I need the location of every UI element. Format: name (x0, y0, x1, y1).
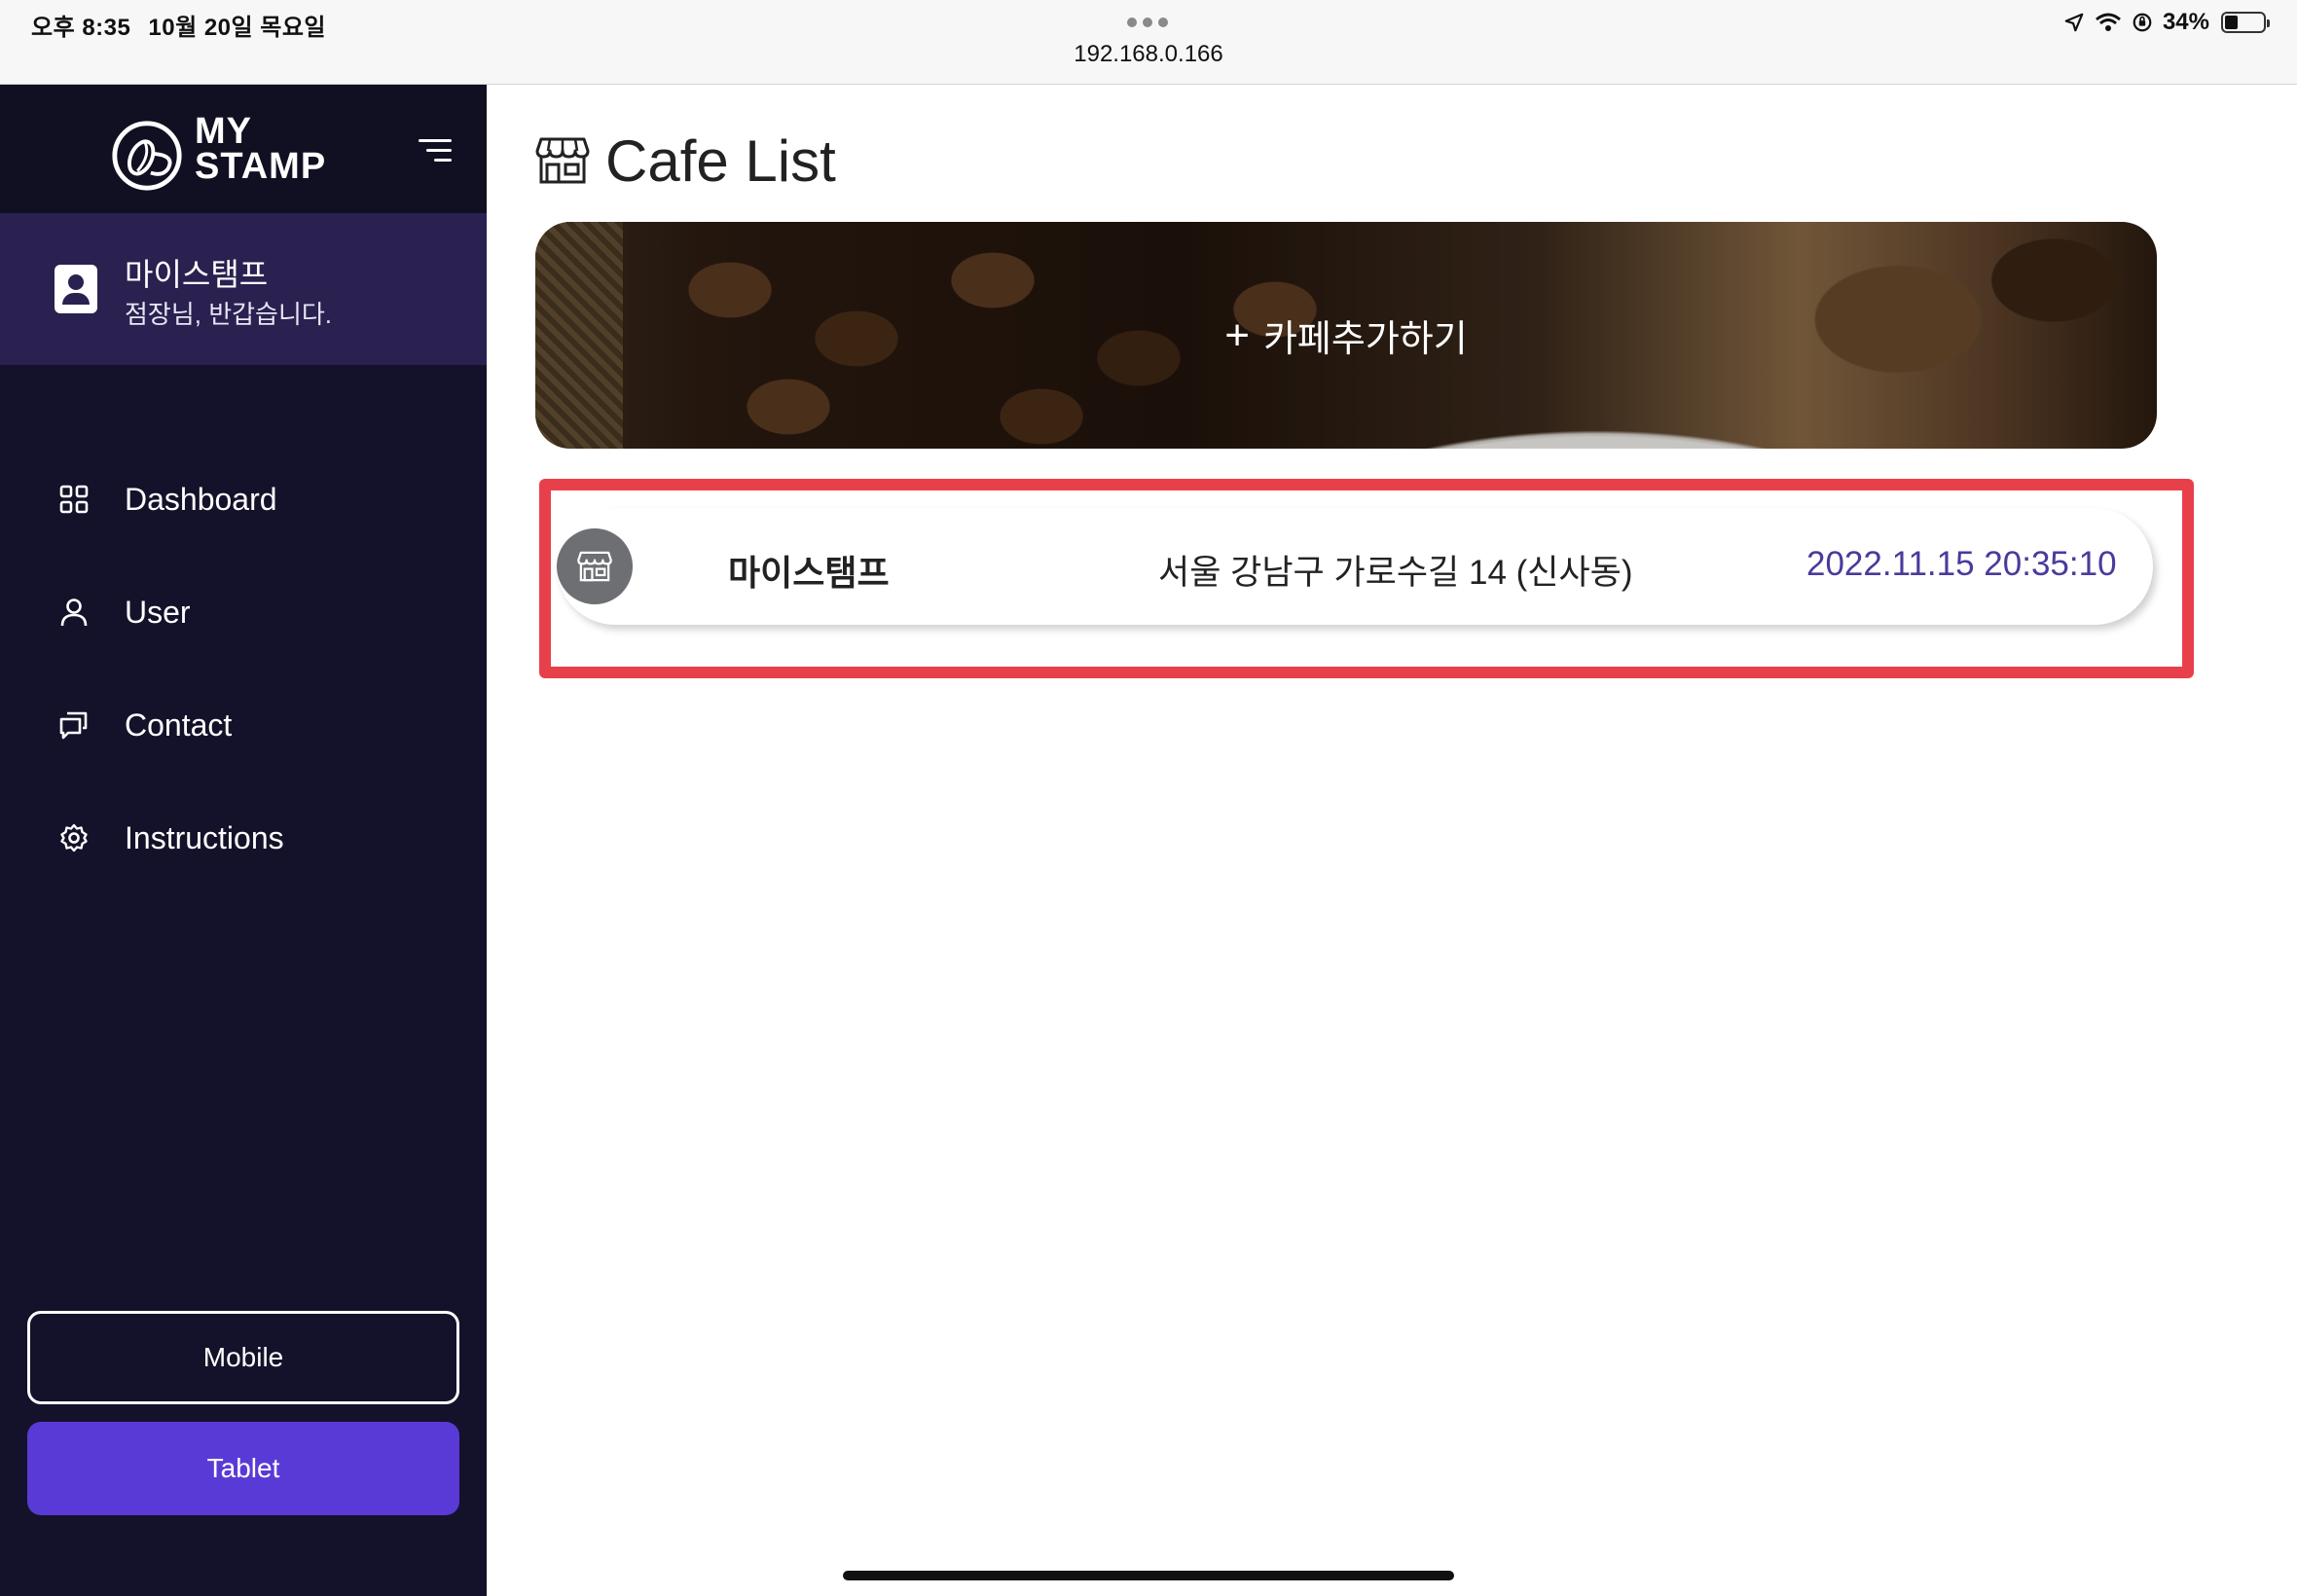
time-text: 오후 8:35 (31, 15, 131, 41)
brand-header: MY STAMP (0, 85, 487, 213)
wifi-icon (2095, 13, 2121, 31)
nav-item-contact[interactable]: Contact (0, 686, 487, 764)
brand-line-1: MY (195, 111, 252, 152)
battery-fill (2225, 16, 2238, 29)
user-icon (60, 598, 88, 627)
menu-toggle-icon[interactable] (419, 139, 452, 168)
plus-icon: + (1224, 310, 1250, 359)
store-icon (535, 137, 590, 184)
nav-label-dashboard: Dashboard (125, 481, 277, 517)
cafe-list-item[interactable]: 마이스탬프 서울 강남구 가로수길 14 (신사동) 2022.11.15 20… (557, 508, 2153, 625)
add-cafe-banner[interactable]: + 카페추가하기 (535, 222, 2157, 449)
contact-card-icon (55, 265, 97, 313)
gear-icon (60, 823, 88, 852)
multitask-dots-icon[interactable] (1127, 18, 1168, 27)
sidebar: MY STAMP 마이스탬프 점장님, 반갑습니다. Dashboard Use… (0, 85, 487, 1596)
profile-card: 마이스탬프 점장님, 반갑습니다. (0, 213, 487, 365)
nav-label-instructions: Instructions (125, 819, 284, 855)
nav-label-user: User (125, 594, 191, 630)
home-indicator[interactable] (843, 1571, 1454, 1580)
status-indicators: 34% (2063, 9, 2270, 36)
page-title: Cafe List (605, 127, 836, 194)
nav-item-dashboard[interactable]: Dashboard (0, 460, 487, 538)
add-cafe-button[interactable]: + 카페추가하기 (535, 222, 2157, 449)
battery-percent: 34% (2162, 9, 2209, 35)
grid-icon (59, 485, 89, 514)
date-text: 10월 20일 목요일 (148, 15, 327, 41)
location-arrow-icon (2064, 13, 2084, 32)
add-cafe-label: 카페추가하기 (1262, 319, 1468, 360)
tablet-view-button[interactable]: Tablet (27, 1422, 459, 1515)
profile-name: 마이스탬프 (125, 257, 269, 292)
store-icon (577, 551, 612, 582)
brand-line-2: STAMP (195, 146, 327, 187)
page-header: Cafe List (535, 127, 836, 195)
address-bar-url[interactable]: 192.168.0.166 (0, 41, 2297, 68)
nav-label-contact: Contact (125, 707, 233, 743)
orientation-lock-icon (2133, 13, 2152, 32)
brand-name[interactable]: MY STAMP (195, 111, 327, 187)
nav-item-user[interactable]: User (0, 573, 487, 651)
chat-icon (59, 711, 88, 740)
cafe-avatar (557, 528, 633, 604)
mobile-view-button[interactable]: Mobile (27, 1311, 459, 1404)
battery-icon (2221, 12, 2270, 33)
status-bar: 오후 8:35 10월 20일 목요일 192.168.0.166 34% (0, 0, 2297, 85)
cafe-created-date: 2022.11.15 20:35:10 (1806, 545, 2117, 583)
cafe-name: 마이스탬프 (728, 553, 890, 593)
cafe-address: 서울 강남구 가로수길 14 (신사동) (1158, 554, 1633, 592)
profile-greeting: 점장님, 반갑습니다. (125, 300, 333, 329)
nav-item-instructions[interactable]: Instructions (0, 799, 487, 877)
status-time: 오후 8:35 10월 20일 목요일 (31, 8, 326, 42)
mystamp-logo-icon[interactable] (109, 118, 185, 194)
